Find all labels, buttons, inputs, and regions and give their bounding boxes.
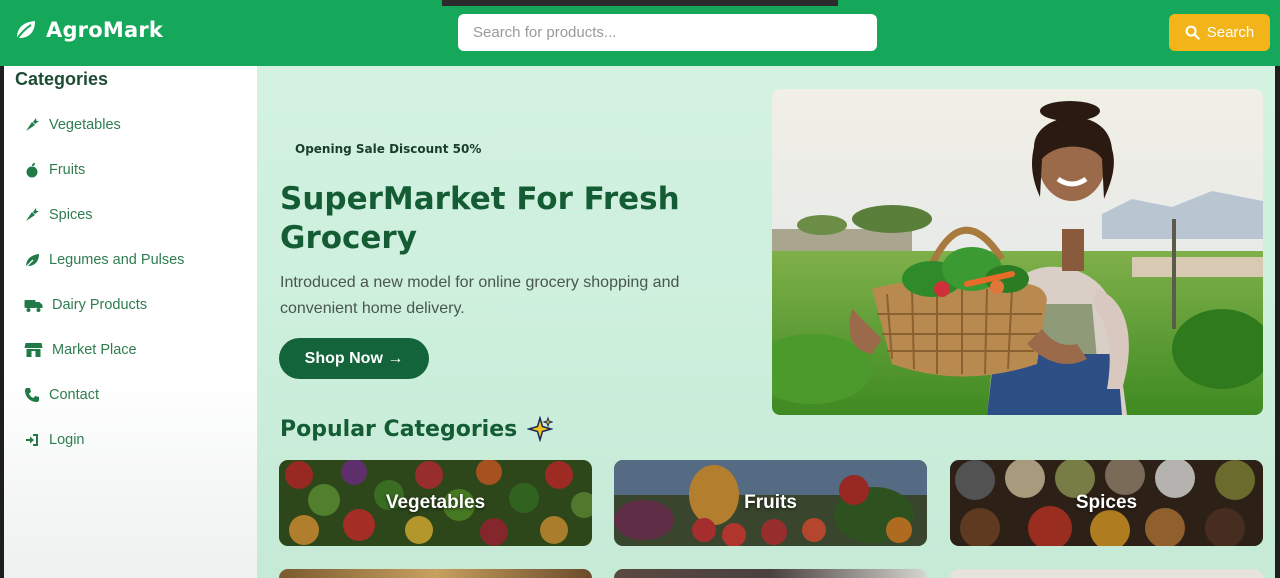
category-card-label: Fruits xyxy=(744,492,797,513)
sidebar-item-contact[interactable]: Contact xyxy=(24,387,99,403)
sparkle-icon xyxy=(527,416,554,442)
category-card-fruits[interactable]: Fruits xyxy=(614,460,927,546)
category-card-spices[interactable]: Spices xyxy=(950,460,1263,546)
category-card-partial[interactable] xyxy=(614,569,927,578)
hero-title: SuperMarket For Fresh Grocery xyxy=(280,181,680,256)
pepper-icon xyxy=(26,208,39,221)
sidebar-item-legumes[interactable]: Legumes and Pulses xyxy=(24,252,184,268)
promo-label: Opening Sale Discount 50% xyxy=(295,142,482,156)
popular-categories-heading: Popular Categories xyxy=(280,416,554,442)
brand-name: AgroMark xyxy=(46,18,164,42)
sidebar-item-label: Login xyxy=(49,432,85,448)
sidebar-item-label: Contact xyxy=(49,387,99,403)
main-content: Opening Sale Discount 50% SuperMarket Fo… xyxy=(257,66,1275,578)
category-card-label: Vegetables xyxy=(385,492,486,513)
brand[interactable]: AgroMark xyxy=(14,18,163,42)
category-card-vegetables[interactable]: Vegetables xyxy=(279,460,592,546)
store-icon xyxy=(24,343,43,357)
sidebar-item-login[interactable]: Login xyxy=(24,432,84,448)
truck-icon xyxy=(24,300,43,312)
sidebar-item-label: Spices xyxy=(49,207,93,223)
carrot-icon xyxy=(26,118,39,131)
category-card-partial[interactable] xyxy=(279,569,592,578)
sidebar-title: Categories xyxy=(15,69,109,89)
sidebar: Categories Vegetables Fruits Spices Legu… xyxy=(4,66,257,578)
sidebar-item-label: Vegetables xyxy=(49,117,121,133)
sidebar-item-spices[interactable]: Spices xyxy=(24,207,93,223)
sidebar-item-vegetables[interactable]: Vegetables xyxy=(24,117,121,133)
window-edge-right xyxy=(1275,66,1280,578)
sidebar-item-label: Dairy Products xyxy=(52,297,148,313)
window-top-strip xyxy=(442,0,838,6)
sign-in-icon xyxy=(26,434,38,446)
sidebar-item-label: Fruits xyxy=(49,162,86,178)
hero-image xyxy=(772,89,1263,415)
search-button[interactable]: Search xyxy=(1169,14,1270,51)
category-card-label: Spices xyxy=(1075,492,1138,513)
shop-now-button[interactable]: Shop Now → xyxy=(279,338,429,379)
phone-icon xyxy=(25,388,39,402)
sidebar-item-fruits[interactable]: Fruits xyxy=(24,162,85,178)
leaf-icon xyxy=(16,21,35,40)
sidebar-item-marketplace[interactable]: Market Place xyxy=(24,342,137,358)
popular-categories-title: Popular Categories xyxy=(280,416,518,442)
seedling-icon xyxy=(24,254,39,268)
hero-description: Introduced a new model for online grocer… xyxy=(280,274,680,317)
category-card-partial[interactable] xyxy=(950,569,1263,578)
sidebar-item-dairy[interactable]: Dairy Products xyxy=(24,297,147,313)
top-navbar: AgroMark Search xyxy=(0,0,1280,66)
sidebar-item-label: Market Place xyxy=(52,342,137,358)
search-button-label: Search xyxy=(1206,24,1255,41)
search-icon xyxy=(1185,25,1200,40)
search-input[interactable] xyxy=(458,14,877,51)
sidebar-item-label: Legumes and Pulses xyxy=(49,252,185,268)
apple-icon xyxy=(26,163,38,178)
